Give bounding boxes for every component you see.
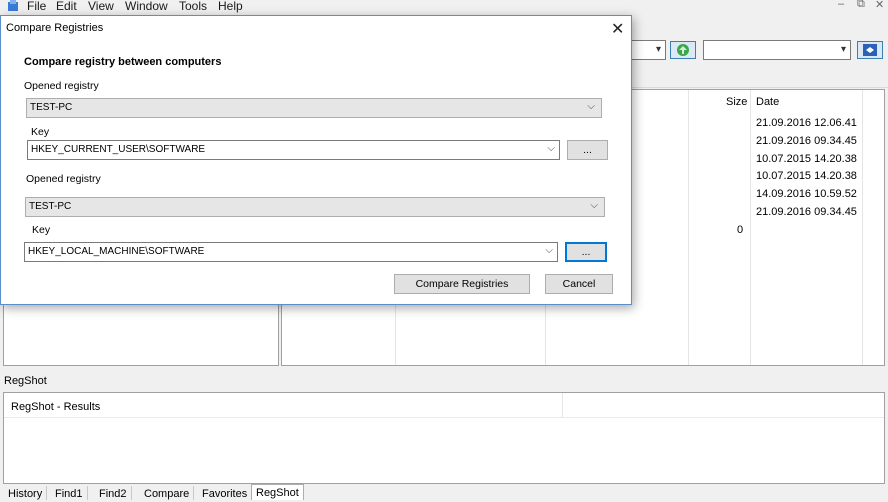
restore-icon[interactable]: ⧉ <box>857 0 865 11</box>
chevron-down-icon: ▾ <box>840 44 846 55</box>
menu-tools[interactable]: Tools <box>179 0 207 13</box>
cancel-button[interactable]: Cancel <box>545 274 613 294</box>
app-icon <box>8 0 18 11</box>
first-computer-select[interactable]: TEST-PC ⌵ <box>26 98 602 118</box>
first-computer-value: TEST-PC <box>30 102 73 113</box>
results-text: RegShot - Results <box>11 401 101 413</box>
first-key-field[interactable]: HKEY_CURRENT_USER\SOFTWARE ⌵ <box>27 140 560 160</box>
dialog-title: Compare Registries <box>6 22 104 34</box>
tab-regshot[interactable]: RegShot <box>251 484 304 500</box>
connect-button[interactable] <box>670 41 696 59</box>
refresh-icon <box>863 44 877 56</box>
opened-registry-label: Opened registry <box>26 173 101 185</box>
tab-history[interactable]: History <box>4 486 48 500</box>
second-key-value: HKEY_LOCAL_MACHINE\SOFTWARE <box>28 246 205 257</box>
compare-registries-button[interactable]: Compare Registries <box>394 274 530 294</box>
dialog-heading: Compare registry between computers <box>24 56 222 68</box>
menu-help[interactable]: Help <box>218 0 243 13</box>
second-computer-select[interactable]: TEST-PC ⌵ <box>25 197 605 217</box>
chevron-down-icon: ⌵ <box>545 245 553 256</box>
refresh-button[interactable] <box>857 41 883 59</box>
registry-combo[interactable]: ▾ <box>703 40 851 60</box>
row-date: 10.07.2015 14.20.38 <box>756 170 857 182</box>
status-label: RegShot <box>4 375 47 387</box>
second-key-field[interactable]: HKEY_LOCAL_MACHINE\SOFTWARE ⌵ <box>24 242 558 262</box>
chevron-down-icon: ▾ <box>655 44 661 55</box>
menu-bar: File Edit View Window Tools Help – ⧉ ✕ <box>0 0 888 14</box>
chevron-down-icon: ⌵ <box>590 200 598 211</box>
first-key-value: HKEY_CURRENT_USER\SOFTWARE <box>31 144 206 155</box>
compare-registries-dialog: Compare Registries ✕ Compare registry be… <box>0 15 632 305</box>
row-date: 14.09.2016 10.59.52 <box>756 188 857 200</box>
menu-view[interactable]: View <box>88 0 114 13</box>
close-icon[interactable]: ✕ <box>611 19 624 39</box>
second-browse-button[interactable]: ... <box>565 242 607 262</box>
row-date: 21.09.2016 09.34.45 <box>756 135 857 147</box>
tab-find2[interactable]: Find2 <box>95 486 132 500</box>
menu-edit[interactable]: Edit <box>56 0 77 13</box>
key-label: Key <box>32 224 51 236</box>
column-size[interactable]: Size <box>726 96 747 108</box>
results-pane[interactable]: RegShot - Results <box>3 392 885 484</box>
key-label: Key <box>31 126 50 138</box>
opened-registry-label: Opened registry <box>24 80 99 92</box>
tab-compare[interactable]: Compare <box>140 486 195 500</box>
second-computer-value: TEST-PC <box>29 201 72 212</box>
minimize-icon[interactable]: – <box>838 0 844 10</box>
connect-icon <box>677 44 689 56</box>
chevron-down-icon: ⌵ <box>547 143 555 154</box>
column-date[interactable]: Date <box>756 96 779 108</box>
row-date: 21.09.2016 09.34.45 <box>756 206 857 218</box>
chevron-down-icon: ⌵ <box>587 101 595 112</box>
menu-file[interactable]: File <box>27 0 46 13</box>
row-date: 21.09.2016 12.06.41 <box>756 117 857 129</box>
row-date: 10.07.2015 14.20.38 <box>756 153 857 165</box>
tab-favorites[interactable]: Favorites <box>198 486 253 500</box>
menu-window[interactable]: Window <box>125 0 168 13</box>
first-browse-button[interactable]: ... <box>567 140 608 160</box>
close-icon[interactable]: ✕ <box>875 0 884 11</box>
tab-find1[interactable]: Find1 <box>51 486 88 500</box>
row-size: 0 <box>737 224 744 236</box>
